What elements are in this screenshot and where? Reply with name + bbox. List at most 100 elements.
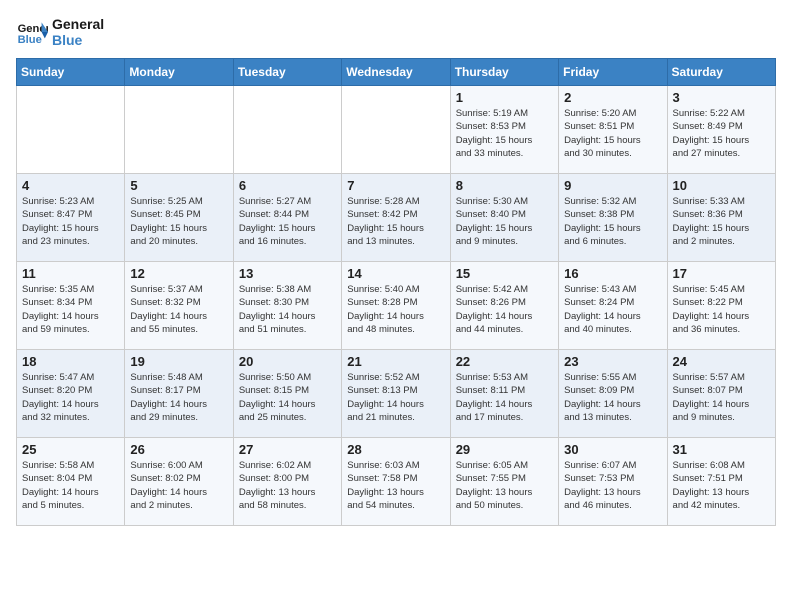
weekday-header-thursday: Thursday	[450, 59, 558, 86]
logo-icon: General Blue	[16, 16, 48, 48]
logo-line1: General	[52, 16, 104, 32]
day-number: 9	[564, 178, 661, 193]
day-number: 26	[130, 442, 227, 457]
day-detail: Sunrise: 6:03 AM Sunset: 7:58 PM Dayligh…	[347, 459, 444, 512]
weekday-header-tuesday: Tuesday	[233, 59, 341, 86]
day-number: 4	[22, 178, 119, 193]
day-detail: Sunrise: 5:28 AM Sunset: 8:42 PM Dayligh…	[347, 195, 444, 248]
day-number: 17	[673, 266, 770, 281]
day-detail: Sunrise: 5:23 AM Sunset: 8:47 PM Dayligh…	[22, 195, 119, 248]
day-detail: Sunrise: 5:35 AM Sunset: 8:34 PM Dayligh…	[22, 283, 119, 336]
weekday-header-row: SundayMondayTuesdayWednesdayThursdayFrid…	[17, 59, 776, 86]
day-detail: Sunrise: 5:38 AM Sunset: 8:30 PM Dayligh…	[239, 283, 336, 336]
calendar-cell: 11 Sunrise: 5:35 AM Sunset: 8:34 PM Dayli…	[17, 262, 125, 350]
calendar-week-1: 1 Sunrise: 5:19 AM Sunset: 8:53 PM Daylig…	[17, 86, 776, 174]
calendar-cell: 20 Sunrise: 5:50 AM Sunset: 8:15 PM Dayli…	[233, 350, 341, 438]
logo: General Blue General Blue	[16, 16, 104, 48]
calendar-cell: 12Sunrise: 5:37 AM Sunset: 8:32 PM Dayli…	[125, 262, 233, 350]
calendar-cell: 17 Sunrise: 5:45 AM Sunset: 8:22 PM Dayli…	[667, 262, 775, 350]
calendar-table: SundayMondayTuesdayWednesdayThursdayFrid…	[16, 58, 776, 526]
calendar-cell: 21Sunrise: 5:52 AM Sunset: 8:13 PM Dayli…	[342, 350, 450, 438]
day-detail: Sunrise: 5:30 AM Sunset: 8:40 PM Dayligh…	[456, 195, 553, 248]
calendar-cell: 4 Sunrise: 5:23 AM Sunset: 8:47 PM Daylig…	[17, 174, 125, 262]
day-detail: Sunrise: 6:00 AM Sunset: 8:02 PM Dayligh…	[130, 459, 227, 512]
day-number: 28	[347, 442, 444, 457]
day-number: 8	[456, 178, 553, 193]
weekday-header-friday: Friday	[559, 59, 667, 86]
page-header: General Blue General Blue	[16, 16, 776, 48]
day-detail: Sunrise: 5:25 AM Sunset: 8:45 PM Dayligh…	[130, 195, 227, 248]
day-number: 13	[239, 266, 336, 281]
calendar-cell	[342, 86, 450, 174]
calendar-week-5: 25 Sunrise: 5:58 AM Sunset: 8:04 PM Dayli…	[17, 438, 776, 526]
calendar-cell: 8 Sunrise: 5:30 AM Sunset: 8:40 PM Daylig…	[450, 174, 558, 262]
calendar-cell: 30Sunrise: 6:07 AM Sunset: 7:53 PM Dayli…	[559, 438, 667, 526]
calendar-cell: 14 Sunrise: 5:40 AM Sunset: 8:28 PM Dayli…	[342, 262, 450, 350]
calendar-cell: 19 Sunrise: 5:48 AM Sunset: 8:17 PM Dayli…	[125, 350, 233, 438]
day-detail: Sunrise: 5:48 AM Sunset: 8:17 PM Dayligh…	[130, 371, 227, 424]
day-detail: Sunrise: 6:07 AM Sunset: 7:53 PM Dayligh…	[564, 459, 661, 512]
day-number: 19	[130, 354, 227, 369]
day-number: 3	[673, 90, 770, 105]
calendar-cell: 18 Sunrise: 5:47 AM Sunset: 8:20 PM Dayli…	[17, 350, 125, 438]
calendar-cell: 22Sunrise: 5:53 AM Sunset: 8:11 PM Dayli…	[450, 350, 558, 438]
day-detail: Sunrise: 5:50 AM Sunset: 8:15 PM Dayligh…	[239, 371, 336, 424]
day-detail: Sunrise: 5:47 AM Sunset: 8:20 PM Dayligh…	[22, 371, 119, 424]
day-detail: Sunrise: 5:52 AM Sunset: 8:13 PM Dayligh…	[347, 371, 444, 424]
day-number: 1	[456, 90, 553, 105]
day-detail: Sunrise: 5:45 AM Sunset: 8:22 PM Dayligh…	[673, 283, 770, 336]
calendar-cell: 2 Sunrise: 5:20 AM Sunset: 8:51 PM Daylig…	[559, 86, 667, 174]
day-detail: Sunrise: 5:33 AM Sunset: 8:36 PM Dayligh…	[673, 195, 770, 248]
day-detail: Sunrise: 5:40 AM Sunset: 8:28 PM Dayligh…	[347, 283, 444, 336]
day-detail: Sunrise: 5:22 AM Sunset: 8:49 PM Dayligh…	[673, 107, 770, 160]
day-number: 29	[456, 442, 553, 457]
day-detail: Sunrise: 5:42 AM Sunset: 8:26 PM Dayligh…	[456, 283, 553, 336]
day-detail: Sunrise: 5:58 AM Sunset: 8:04 PM Dayligh…	[22, 459, 119, 512]
calendar-week-2: 4 Sunrise: 5:23 AM Sunset: 8:47 PM Daylig…	[17, 174, 776, 262]
day-number: 25	[22, 442, 119, 457]
day-detail: Sunrise: 6:08 AM Sunset: 7:51 PM Dayligh…	[673, 459, 770, 512]
calendar-week-4: 18 Sunrise: 5:47 AM Sunset: 8:20 PM Dayli…	[17, 350, 776, 438]
calendar-cell	[233, 86, 341, 174]
day-number: 18	[22, 354, 119, 369]
day-detail: Sunrise: 5:20 AM Sunset: 8:51 PM Dayligh…	[564, 107, 661, 160]
day-number: 7	[347, 178, 444, 193]
calendar-cell	[125, 86, 233, 174]
calendar-cell: 15Sunrise: 5:42 AM Sunset: 8:26 PM Dayli…	[450, 262, 558, 350]
calendar-cell: 6 Sunrise: 5:27 AM Sunset: 8:44 PM Daylig…	[233, 174, 341, 262]
logo-line2: Blue	[52, 32, 104, 48]
day-detail: Sunrise: 5:55 AM Sunset: 8:09 PM Dayligh…	[564, 371, 661, 424]
calendar-cell: 25 Sunrise: 5:58 AM Sunset: 8:04 PM Dayli…	[17, 438, 125, 526]
day-number: 20	[239, 354, 336, 369]
calendar-cell: 13 Sunrise: 5:38 AM Sunset: 8:30 PM Dayli…	[233, 262, 341, 350]
day-number: 14	[347, 266, 444, 281]
calendar-cell	[17, 86, 125, 174]
calendar-cell: 26 Sunrise: 6:00 AM Sunset: 8:02 PM Dayli…	[125, 438, 233, 526]
day-number: 11	[22, 266, 119, 281]
day-detail: Sunrise: 5:27 AM Sunset: 8:44 PM Dayligh…	[239, 195, 336, 248]
weekday-header-wednesday: Wednesday	[342, 59, 450, 86]
day-number: 2	[564, 90, 661, 105]
day-detail: Sunrise: 5:32 AM Sunset: 8:38 PM Dayligh…	[564, 195, 661, 248]
day-number: 31	[673, 442, 770, 457]
day-number: 24	[673, 354, 770, 369]
day-detail: Sunrise: 5:53 AM Sunset: 8:11 PM Dayligh…	[456, 371, 553, 424]
calendar-cell: 10Sunrise: 5:33 AM Sunset: 8:36 PM Dayli…	[667, 174, 775, 262]
calendar-cell: 9 Sunrise: 5:32 AM Sunset: 8:38 PM Daylig…	[559, 174, 667, 262]
weekday-header-saturday: Saturday	[667, 59, 775, 86]
calendar-cell: 24 Sunrise: 5:57 AM Sunset: 8:07 PM Dayli…	[667, 350, 775, 438]
weekday-header-sunday: Sunday	[17, 59, 125, 86]
day-detail: Sunrise: 5:19 AM Sunset: 8:53 PM Dayligh…	[456, 107, 553, 160]
calendar-cell: 3 Sunrise: 5:22 AM Sunset: 8:49 PM Daylig…	[667, 86, 775, 174]
day-detail: Sunrise: 5:43 AM Sunset: 8:24 PM Dayligh…	[564, 283, 661, 336]
svg-text:Blue: Blue	[18, 34, 42, 46]
calendar-cell: 5Sunrise: 5:25 AM Sunset: 8:45 PM Daylig…	[125, 174, 233, 262]
weekday-header-monday: Monday	[125, 59, 233, 86]
day-detail: Sunrise: 6:02 AM Sunset: 8:00 PM Dayligh…	[239, 459, 336, 512]
calendar-cell: 1 Sunrise: 5:19 AM Sunset: 8:53 PM Daylig…	[450, 86, 558, 174]
day-number: 6	[239, 178, 336, 193]
day-number: 27	[239, 442, 336, 457]
day-detail: Sunrise: 5:57 AM Sunset: 8:07 PM Dayligh…	[673, 371, 770, 424]
calendar-cell: 7 Sunrise: 5:28 AM Sunset: 8:42 PM Daylig…	[342, 174, 450, 262]
calendar-week-3: 11 Sunrise: 5:35 AM Sunset: 8:34 PM Dayli…	[17, 262, 776, 350]
